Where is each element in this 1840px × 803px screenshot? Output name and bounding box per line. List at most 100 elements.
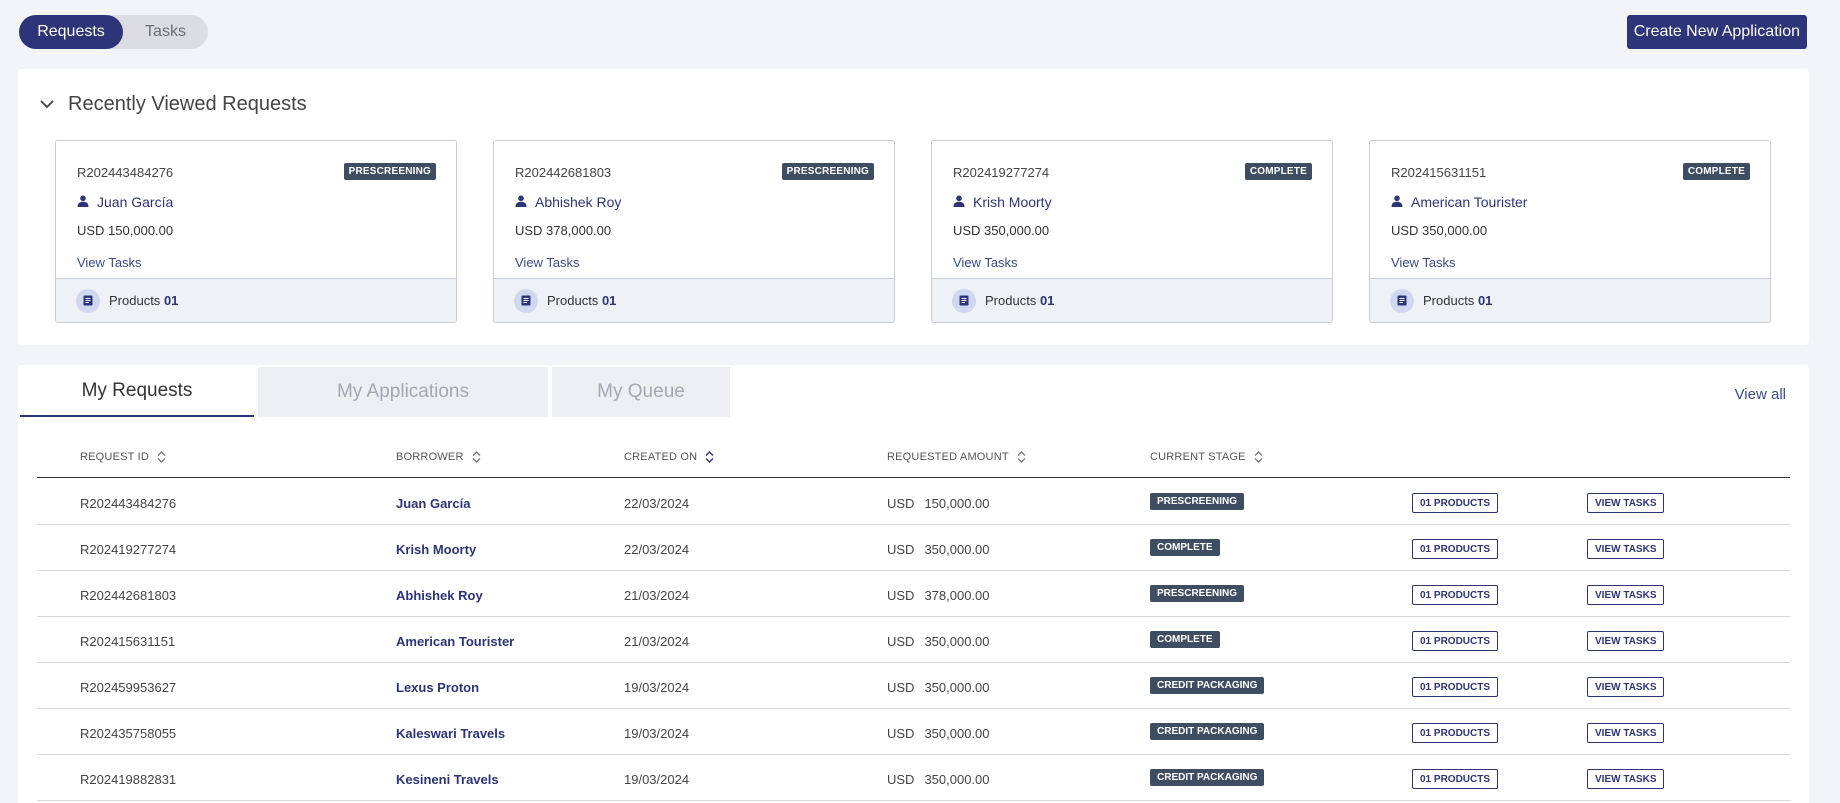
request-card[interactable]: R202443484276 PRESCREENING Juan García U… bbox=[55, 140, 457, 323]
column-header-label: CREATED ON bbox=[624, 451, 698, 463]
view-all-link[interactable]: View all bbox=[1735, 386, 1786, 403]
cell-currency: USD bbox=[887, 542, 915, 557]
document-icon bbox=[514, 288, 538, 313]
table-row[interactable]: R202442681803 Abhishek Roy 21/03/2024 US… bbox=[37, 571, 1790, 617]
cell-borrower-link[interactable]: American Tourister bbox=[396, 634, 514, 649]
create-application-button[interactable]: Create New Application bbox=[1626, 15, 1807, 49]
products-count: 01 bbox=[1477, 293, 1493, 308]
cell-borrower-link[interactable]: Lexus Proton bbox=[396, 680, 479, 695]
column-header-label: BORROWER bbox=[396, 451, 464, 463]
view-tasks-button[interactable]: VIEW TASKS bbox=[1587, 677, 1665, 697]
table-row[interactable]: R202419882831 Kesineni Travels 19/03/202… bbox=[37, 755, 1790, 801]
cell-currency: USD bbox=[887, 726, 915, 741]
card-amount: USD 350,000.00 bbox=[1391, 223, 1488, 238]
chevron-down-icon[interactable] bbox=[38, 96, 56, 114]
request-card[interactable]: R202419277274 COMPLETE Krish Moorty USD … bbox=[931, 140, 1333, 323]
cell-created-on: 22/03/2024 bbox=[624, 496, 690, 511]
cell-amount-value: 350,000.00 bbox=[924, 680, 990, 695]
sort-icon[interactable] bbox=[1254, 451, 1263, 463]
user-icon bbox=[1391, 194, 1403, 210]
sort-icon[interactable] bbox=[157, 451, 166, 463]
toggle-tasks[interactable]: Tasks bbox=[123, 15, 208, 49]
table-row[interactable]: R202435758055 Kaleswari Travels 19/03/20… bbox=[37, 709, 1790, 755]
tab-my-requests[interactable]: My Requests bbox=[20, 367, 254, 417]
view-tasks-button[interactable]: VIEW TASKS bbox=[1587, 493, 1665, 513]
view-tasks-button[interactable]: VIEW TASKS bbox=[1587, 769, 1665, 789]
cell-request-id: R202442681803 bbox=[80, 588, 177, 603]
status-badge: PRESCREENING bbox=[343, 163, 436, 180]
products-button[interactable]: 01 PRODUCTS bbox=[1412, 493, 1499, 513]
cell-requested-amount: USD 350,000.00 bbox=[887, 726, 990, 741]
products-count: 01 bbox=[163, 293, 179, 308]
view-tasks-button[interactable]: VIEW TASKS bbox=[1587, 723, 1665, 743]
column-header-current-stage[interactable]: CURRENT STAGE bbox=[1150, 451, 1263, 463]
user-icon bbox=[77, 194, 89, 210]
recently-viewed-header[interactable]: Recently Viewed Requests bbox=[38, 93, 307, 116]
column-header-label: REQUESTED AMOUNT bbox=[887, 451, 1009, 463]
cell-borrower-link[interactable]: Krish Moorty bbox=[396, 542, 476, 557]
products-button[interactable]: 01 PRODUCTS bbox=[1412, 631, 1499, 651]
cell-requested-amount: USD 350,000.00 bbox=[887, 772, 990, 787]
card-borrower-name: Juan García bbox=[97, 194, 174, 210]
status-badge: CREDIT PACKAGING bbox=[1150, 723, 1265, 740]
products-button[interactable]: 01 PRODUCTS bbox=[1412, 539, 1499, 559]
toggle-requests[interactable]: Requests bbox=[19, 15, 123, 49]
recently-viewed-panel: Recently Viewed Requests R202443484276 P… bbox=[18, 69, 1809, 345]
tab-bar: My Requests My Applications My Queue bbox=[20, 367, 730, 417]
cell-currency: USD bbox=[887, 772, 915, 787]
status-badge: COMPLETE bbox=[1150, 631, 1220, 648]
column-header-created-on[interactable]: CREATED ON bbox=[624, 451, 714, 463]
request-card[interactable]: R202415631151 COMPLETE American Touriste… bbox=[1369, 140, 1771, 323]
card-borrower[interactable]: Juan García bbox=[77, 194, 173, 210]
view-tasks-button[interactable]: VIEW TASKS bbox=[1587, 585, 1665, 605]
table-row[interactable]: R202415631151 American Tourister 21/03/2… bbox=[37, 617, 1790, 663]
card-amount: USD 378,000.00 bbox=[515, 223, 612, 238]
card-borrower[interactable]: American Tourister bbox=[1391, 194, 1527, 210]
request-card[interactable]: R202442681803 PRESCREENING Abhishek Roy … bbox=[493, 140, 895, 323]
cell-created-on: 19/03/2024 bbox=[624, 680, 690, 695]
cell-borrower-link[interactable]: Abhishek Roy bbox=[396, 588, 483, 603]
column-header-request-id[interactable]: REQUEST ID bbox=[80, 451, 166, 463]
cell-borrower-link[interactable]: Kaleswari Travels bbox=[396, 726, 505, 741]
status-badge: COMPLETE bbox=[1244, 163, 1312, 180]
status-badge: PRESCREENING bbox=[781, 163, 874, 180]
card-borrower[interactable]: Krish Moorty bbox=[953, 194, 1052, 210]
view-tasks-link[interactable]: View Tasks bbox=[515, 255, 580, 270]
tab-my-queue[interactable]: My Queue bbox=[552, 367, 730, 417]
card-borrower-name: Abhishek Roy bbox=[535, 194, 622, 210]
table-header: REQUEST ID BORROWER CREATED ON REQUESTED… bbox=[37, 437, 1790, 478]
sort-icon[interactable] bbox=[472, 451, 481, 463]
sort-icon[interactable] bbox=[705, 451, 714, 463]
status-badge: COMPLETE bbox=[1150, 539, 1220, 556]
column-header-requested-amount[interactable]: REQUESTED AMOUNT bbox=[887, 451, 1026, 463]
table-row[interactable]: R202459953627 Lexus Proton 19/03/2024 US… bbox=[37, 663, 1790, 709]
table-row[interactable]: R202443484276 Juan García 22/03/2024 USD… bbox=[37, 479, 1790, 525]
products-label: Products bbox=[985, 293, 1037, 308]
card-products: Products 01 bbox=[494, 278, 894, 322]
view-tasks-link[interactable]: View Tasks bbox=[953, 255, 1018, 270]
card-request-id: R202419277274 bbox=[953, 165, 1050, 180]
card-borrower[interactable]: Abhishek Roy bbox=[515, 194, 621, 210]
view-tasks-link[interactable]: View Tasks bbox=[1391, 255, 1456, 270]
cell-amount-value: 378,000.00 bbox=[924, 588, 990, 603]
column-header-borrower[interactable]: BORROWER bbox=[396, 451, 481, 463]
products-button[interactable]: 01 PRODUCTS bbox=[1412, 585, 1499, 605]
view-tasks-button[interactable]: VIEW TASKS bbox=[1587, 539, 1665, 559]
cell-currency: USD bbox=[887, 634, 915, 649]
view-tasks-link[interactable]: View Tasks bbox=[77, 255, 142, 270]
document-icon bbox=[1390, 288, 1414, 313]
products-button[interactable]: 01 PRODUCTS bbox=[1412, 769, 1499, 789]
cell-borrower-link[interactable]: Kesineni Travels bbox=[396, 772, 499, 787]
status-badge: PRESCREENING bbox=[1150, 493, 1245, 510]
table-row[interactable]: R202419277274 Krish Moorty 22/03/2024 US… bbox=[37, 525, 1790, 571]
products-button[interactable]: 01 PRODUCTS bbox=[1412, 723, 1499, 743]
view-tasks-button[interactable]: VIEW TASKS bbox=[1587, 631, 1665, 651]
cell-borrower-link[interactable]: Juan García bbox=[396, 496, 470, 511]
sort-icon[interactable] bbox=[1017, 451, 1026, 463]
cell-request-id: R202419882831 bbox=[80, 772, 177, 787]
tab-my-applications[interactable]: My Applications bbox=[258, 367, 548, 417]
cell-request-id: R202419277274 bbox=[80, 542, 177, 557]
status-badge: PRESCREENING bbox=[1150, 585, 1245, 602]
products-button[interactable]: 01 PRODUCTS bbox=[1412, 677, 1499, 697]
cell-amount-value: 350,000.00 bbox=[924, 634, 990, 649]
